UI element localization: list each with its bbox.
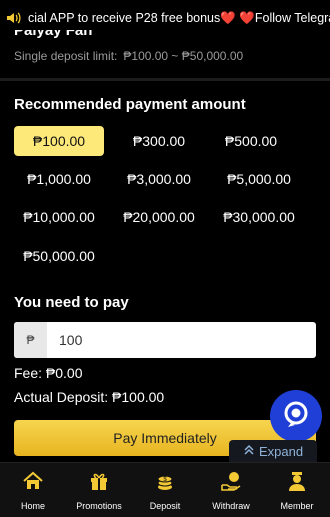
deposit-limit-label: Single deposit limit: [14, 49, 118, 63]
section-divider [0, 78, 330, 81]
deposit-limit-value: ₱100.00 ~ ₱50,000.00 [123, 49, 244, 63]
expand-label: Expand [258, 443, 304, 459]
amount-option-100[interactable]: ₱100.00 [14, 126, 104, 156]
home-icon [22, 470, 44, 497]
amount-option-5000[interactable]: ₱5,000.00 [214, 164, 304, 194]
chat-support-button[interactable] [270, 390, 322, 442]
amount-option-300[interactable]: ₱300.00 [114, 126, 204, 156]
amount-option-3000[interactable]: ₱3,000.00 [114, 164, 204, 194]
chat-icon [281, 399, 311, 434]
actual-deposit-text: Actual Deposit: ₱100.00 [14, 389, 165, 405]
amount-option-10000[interactable]: ₱10,000.00 [14, 202, 104, 232]
fee-text: Fee: ₱0.00 [14, 365, 83, 381]
tab-withdraw-label: Withdraw [212, 500, 250, 511]
tab-member-label: Member [280, 500, 314, 511]
tab-home[interactable]: Home [0, 463, 66, 517]
recommended-title: Recommended payment amount [14, 96, 246, 113]
tab-deposit-label: Deposit [149, 500, 181, 511]
speaker-icon [0, 11, 28, 25]
tab-member[interactable]: Member [264, 463, 330, 517]
tab-withdraw[interactable]: Withdraw [198, 463, 264, 517]
amount-option-20000[interactable]: ₱20,000.00 [114, 202, 204, 232]
amount-option-50000[interactable]: ₱50,000.00 [14, 241, 104, 271]
expand-toggle[interactable]: Expand [229, 440, 317, 462]
pay-title: You need to pay [14, 294, 129, 311]
tab-promotions-label: Promotions [76, 500, 122, 511]
marquee-text: cial APP to receive P28 free bonus❤️ ❤️F… [28, 10, 330, 25]
currency-prefix: ₱ [14, 322, 47, 358]
amount-option-500[interactable]: ₱500.00 [206, 126, 296, 156]
coins-icon: $ [154, 470, 176, 497]
bottom-navigation: Home Promotions $ Deposit Withdraw Membe… [0, 462, 330, 517]
tab-promotions[interactable]: Promotions [66, 463, 132, 517]
member-icon [286, 470, 308, 497]
amount-option-30000[interactable]: ₱30,000.00 [214, 202, 304, 232]
deposit-limit: Single deposit limit: ₱100.00 ~ ₱50,000.0… [14, 49, 243, 63]
gift-icon [88, 470, 110, 497]
pay-amount-input[interactable]: 100 [47, 322, 316, 358]
double-chevron-up-icon [243, 444, 255, 459]
withdraw-icon [220, 470, 242, 497]
tab-home-label: Home [20, 500, 45, 511]
tab-deposit[interactable]: $ Deposit [132, 463, 198, 517]
pay-amount-field[interactable]: ₱ 100 [14, 322, 316, 358]
amount-option-1000[interactable]: ₱1,000.00 [14, 164, 104, 194]
